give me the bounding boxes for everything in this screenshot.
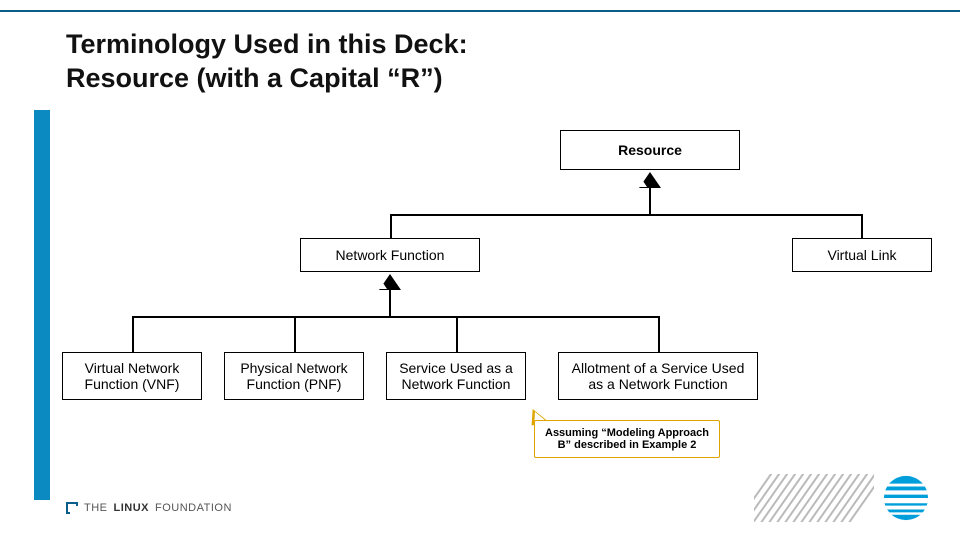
node-service-as-nf-label: Service Used as a Network Function <box>395 360 517 392</box>
node-resource-label: Resource <box>618 142 682 158</box>
att-globe-icon <box>882 474 930 522</box>
connector <box>658 316 660 352</box>
callout-note: Assuming “Modeling Approach B” described… <box>534 420 720 458</box>
connector <box>389 290 391 316</box>
connector <box>861 214 863 238</box>
lf-box-icon <box>66 502 78 514</box>
node-allotment: Allotment of a Service Used as a Network… <box>558 352 758 400</box>
node-vnf-label: Virtual Network Function (VNF) <box>71 360 193 392</box>
connector <box>649 188 651 214</box>
node-pnf-label: Physical Network Function (PNF) <box>233 360 355 392</box>
connector <box>390 214 862 216</box>
lf-prefix: THE <box>84 502 108 514</box>
node-virtual-link: Virtual Link <box>792 238 932 272</box>
node-resource: Resource <box>560 130 740 170</box>
connector <box>294 316 296 352</box>
lf-suffix: FOUNDATION <box>155 502 232 514</box>
node-vnf: Virtual Network Function (VNF) <box>62 352 202 400</box>
node-network-function: Network Function <box>300 238 480 272</box>
hatch-decoration <box>754 474 874 522</box>
node-pnf: Physical Network Function (PNF) <box>224 352 364 400</box>
slide: Terminology Used in this Deck: Resource … <box>0 0 960 540</box>
lf-main: LINUX <box>114 502 150 514</box>
linux-foundation-logo: THE LINUX FOUNDATION <box>66 502 232 514</box>
node-service-as-nf: Service Used as a Network Function <box>386 352 526 400</box>
connector <box>132 316 659 318</box>
connector <box>132 316 134 352</box>
hierarchy-diagram: Resource Network Function Virtual Link V… <box>0 0 960 540</box>
node-allotment-label: Allotment of a Service Used as a Network… <box>567 360 749 392</box>
node-virtual-link-label: Virtual Link <box>827 247 896 263</box>
callout-text: Assuming “Modeling Approach B” described… <box>545 427 709 451</box>
node-network-function-label: Network Function <box>336 247 445 263</box>
connector <box>456 316 458 352</box>
connector <box>390 214 392 238</box>
